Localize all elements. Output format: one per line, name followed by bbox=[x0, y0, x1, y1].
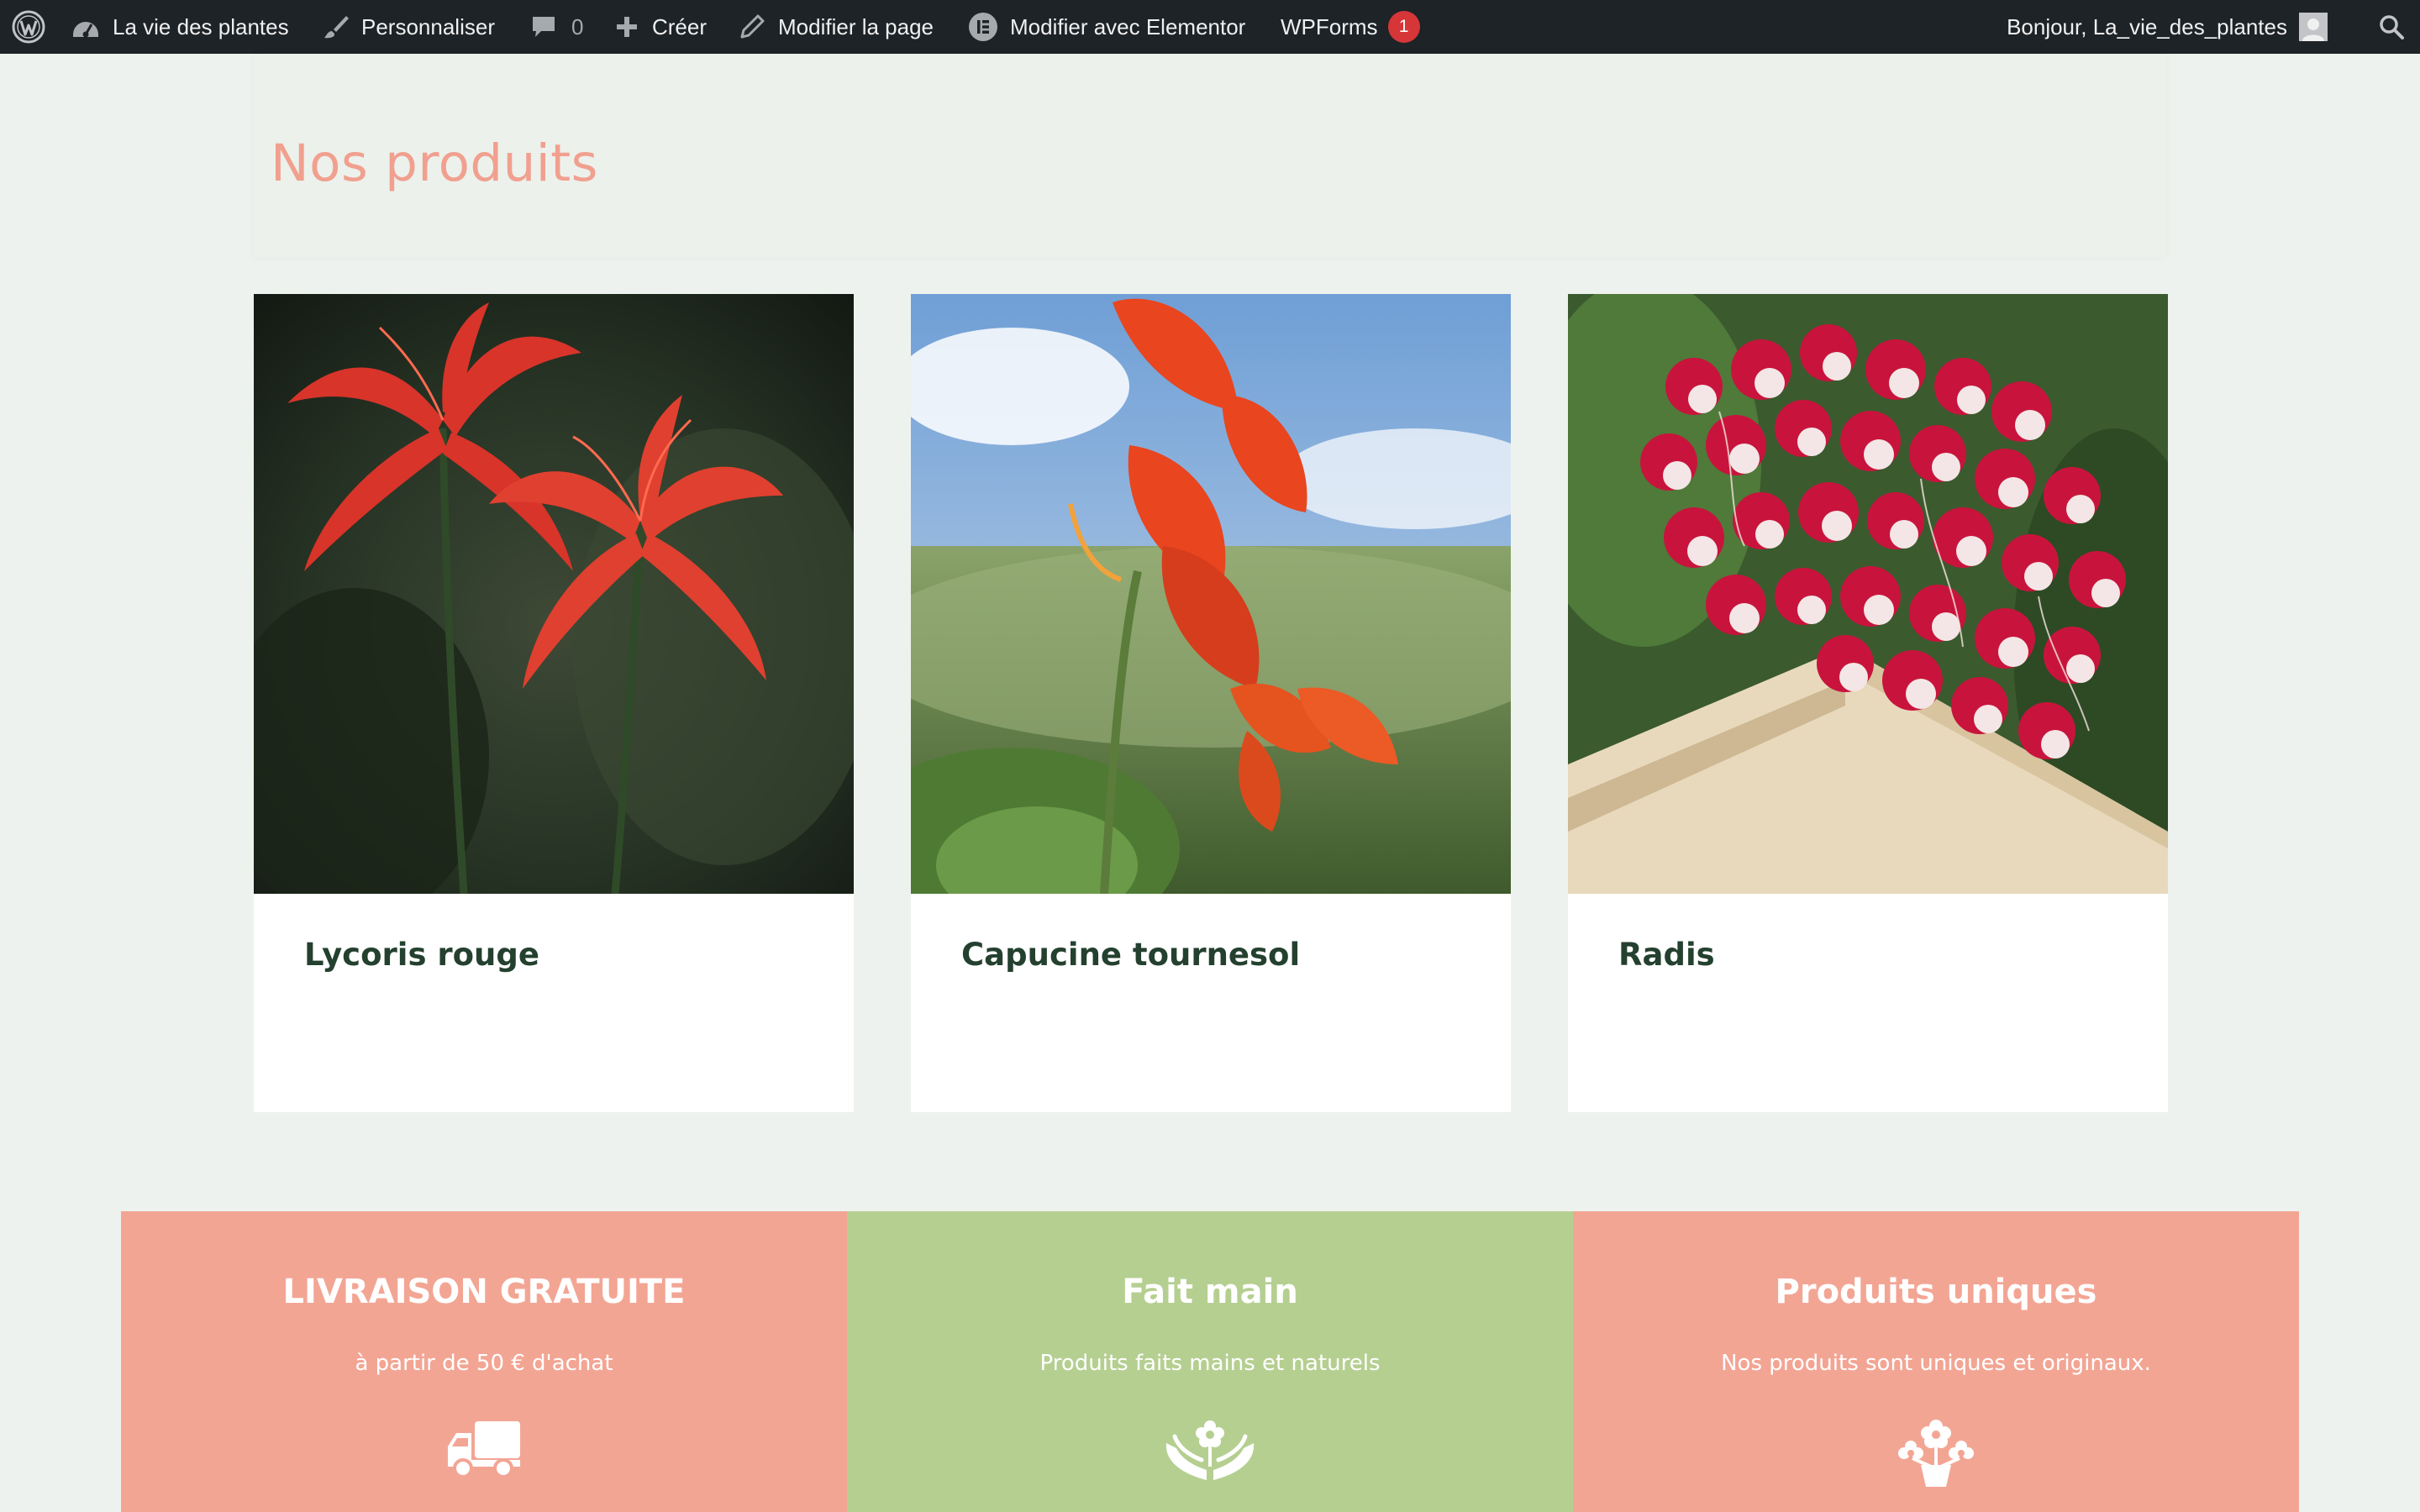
notification-badge: 1 bbox=[1387, 11, 1420, 43]
feature-title: Fait main bbox=[1122, 1273, 1298, 1311]
elementor-icon bbox=[968, 12, 998, 42]
product-image-capucine[interactable] bbox=[911, 294, 1511, 894]
comment-bubble-icon bbox=[531, 14, 556, 39]
edit-page-link[interactable]: Modifier la page bbox=[739, 0, 934, 54]
wpforms-label: WPForms bbox=[1281, 13, 1378, 39]
pencil-icon bbox=[739, 14, 765, 39]
feature-text: à partir de 50 € d'achat bbox=[355, 1351, 613, 1376]
edit-page-label: Modifier la page bbox=[778, 13, 934, 39]
site-name-menu[interactable]: La vie des plantes bbox=[71, 0, 289, 54]
elementor-label: Modifier avec Elementor bbox=[1010, 13, 1246, 39]
feature-title: LIVRAISON GRATUITE bbox=[282, 1273, 686, 1311]
customize-label: Personnaliser bbox=[361, 13, 495, 39]
avatar bbox=[2299, 13, 2328, 41]
wpforms-menu[interactable]: WPForms 1 bbox=[1281, 0, 1420, 54]
paintbrush-icon bbox=[323, 13, 350, 40]
admin-bar: La vie des plantes Personnaliser 0 Créer bbox=[0, 0, 2420, 54]
product-card[interactable]: Lycoris rouge bbox=[254, 294, 854, 1112]
flower-pot-icon bbox=[1573, 1418, 2299, 1487]
new-label: Créer bbox=[652, 13, 708, 39]
product-name[interactable]: Capucine tournesol bbox=[961, 939, 1300, 970]
page-heading-section: Nos produits bbox=[254, 54, 2166, 257]
product-card[interactable]: Radis bbox=[1568, 294, 2168, 1112]
site-name-label: La vie des plantes bbox=[113, 13, 289, 39]
new-content-menu[interactable]: Créer bbox=[615, 0, 707, 54]
product-name[interactable]: Lycoris rouge bbox=[304, 939, 539, 970]
product-card[interactable]: Capucine tournesol bbox=[911, 294, 1511, 1112]
account-menu[interactable]: Bonjour, La_vie_des_plantes bbox=[2007, 0, 2328, 54]
product-image-lycoris[interactable] bbox=[254, 294, 854, 894]
customize-link[interactable]: Personnaliser bbox=[323, 0, 495, 54]
plus-icon bbox=[615, 15, 639, 39]
feature-unique-products: Produits uniques Nos produits sont uniqu… bbox=[1573, 1211, 2299, 1512]
feature-text: Nos produits sont uniques et originaux. bbox=[1721, 1351, 2151, 1376]
greeting-label: Bonjour, La_vie_des_plantes bbox=[2007, 13, 2287, 39]
search-icon[interactable] bbox=[2378, 0, 2405, 54]
dashboard-icon bbox=[71, 14, 101, 39]
feature-title: Produits uniques bbox=[1775, 1273, 2097, 1311]
feature-text: Produits faits mains et naturels bbox=[1039, 1351, 1381, 1376]
hands-flower-icon bbox=[847, 1418, 1573, 1482]
product-image-radis[interactable] bbox=[1568, 294, 2168, 894]
comments-count: 0 bbox=[571, 13, 584, 39]
truck-icon bbox=[121, 1418, 847, 1478]
elementor-link[interactable]: Modifier avec Elementor bbox=[968, 0, 1245, 54]
feature-handmade: Fait main Produits faits mains et nature… bbox=[847, 1211, 1573, 1512]
comments-link[interactable]: 0 bbox=[531, 0, 583, 54]
wordpress-logo-icon[interactable] bbox=[12, 0, 45, 54]
page-title: Nos produits bbox=[271, 134, 598, 193]
product-name[interactable]: Radis bbox=[1618, 939, 1715, 970]
feature-free-delivery: LIVRAISON GRATUITE à partir de 50 € d'ac… bbox=[121, 1211, 847, 1512]
